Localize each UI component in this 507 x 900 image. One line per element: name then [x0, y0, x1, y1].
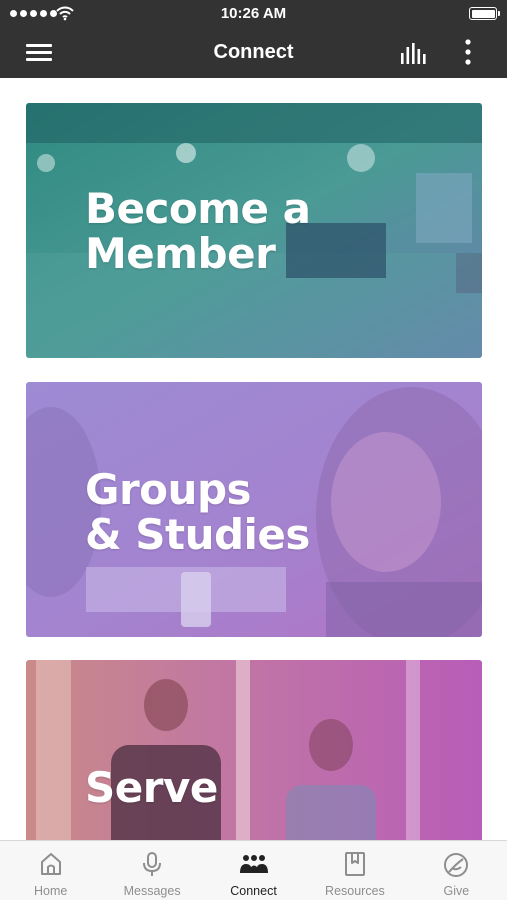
tab-resources-label: Resources: [325, 884, 385, 898]
become-a-member-card[interactable]: Become a Member: [26, 103, 482, 358]
tab-home-label: Home: [34, 884, 68, 898]
groups-card-title-line2: & Studies: [85, 510, 310, 559]
give-icon: [444, 853, 469, 877]
people-icon: [239, 855, 268, 873]
serve-card-title-line1: Serve: [85, 763, 218, 812]
tab-connect[interactable]: Connect: [203, 841, 304, 900]
page-title: Connect: [213, 41, 294, 63]
tab-messages[interactable]: Messages: [101, 841, 202, 900]
member-card-title-line2: Member: [85, 229, 276, 278]
tab-give[interactable]: Give: [406, 841, 507, 900]
groups-card-title-line1: Groups: [85, 465, 252, 514]
tab-home[interactable]: Home: [0, 841, 101, 900]
battery-icon: [469, 7, 500, 20]
status-bar: 10:26 AM: [0, 0, 507, 28]
member-card-title: Become a Member: [85, 184, 311, 278]
serve-card-title: Serve: [85, 765, 218, 810]
groups-and-studies-card[interactable]: Groups & Studies: [26, 382, 482, 637]
bottom-tab-bar: Home Messages Connect Resources Give: [0, 840, 507, 900]
status-time: 10:26 AM: [220, 5, 287, 22]
audio-bars-icon[interactable]: [400, 41, 430, 65]
menu-icon[interactable]: [26, 42, 52, 62]
groups-card-title: Groups & Studies: [85, 467, 310, 557]
home-icon: [40, 853, 61, 875]
serve-card-background: [26, 660, 482, 860]
member-card-title-line1: Become a: [85, 184, 311, 233]
bookmark-book-icon: [344, 852, 365, 876]
tab-give-label: Give: [443, 884, 470, 898]
app-screen: 10:26 AM Connect Become a Member Groups …: [0, 0, 507, 900]
serve-card[interactable]: Serve: [26, 660, 482, 860]
more-options-icon[interactable]: [457, 38, 479, 68]
microphone-icon: [143, 852, 162, 876]
tab-resources[interactable]: Resources: [304, 841, 405, 900]
tab-messages-label: Messages: [123, 884, 181, 898]
tab-connect-label: Connect: [230, 884, 277, 898]
navigation-bar: Connect: [0, 28, 507, 78]
